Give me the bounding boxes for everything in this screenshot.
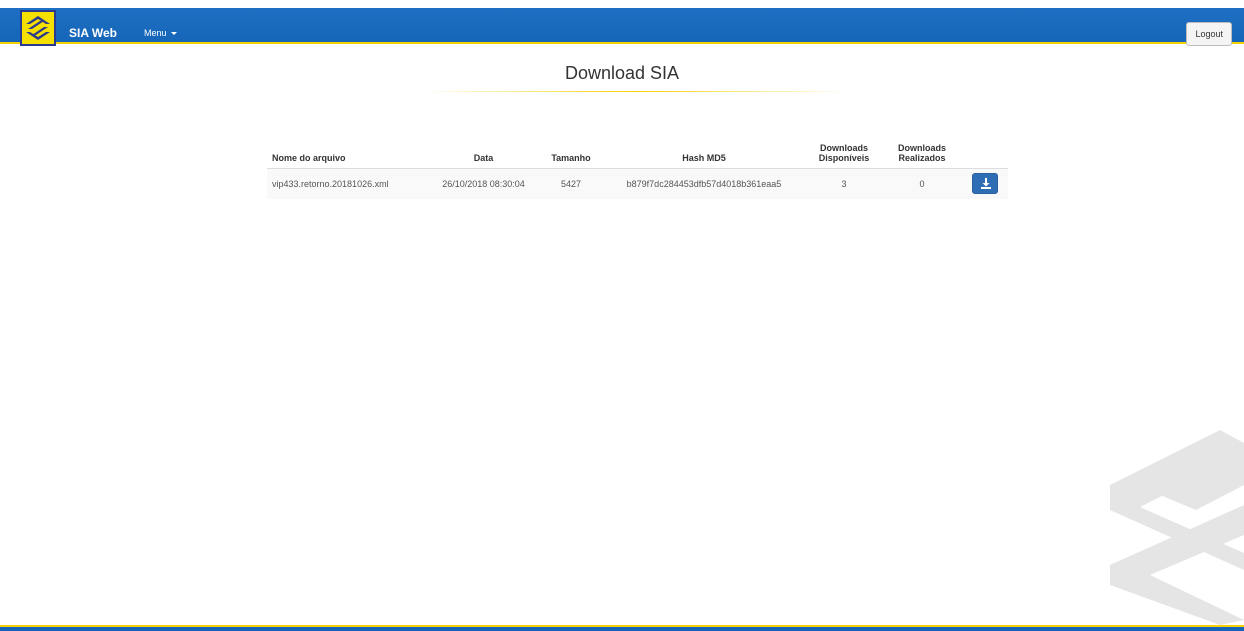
col-realizados-line1: Downloads: [897, 142, 946, 153]
col-realizados-header: Downloads Realizados: [882, 134, 962, 169]
table-header-row: Nome do arquivo Data Tamanho Hash MD5 Do…: [267, 134, 1008, 169]
col-disponiveis-header: Downloads Disponíveis: [806, 134, 882, 169]
col-action-header: [962, 134, 1008, 169]
download-icon: [981, 178, 991, 190]
col-data-header: Data: [427, 134, 540, 169]
col-tamanho-header: Tamanho: [540, 134, 602, 169]
col-disponiveis-line2: Disponíveis: [818, 152, 870, 163]
cell-data: 26/10/2018 08:30:04: [427, 168, 540, 199]
cell-tamanho: 5427: [540, 168, 602, 199]
col-realizados-line2: Realizados: [898, 152, 946, 163]
top-navbar: SIA Web Menu Logout: [0, 8, 1244, 46]
cell-hash: b879f7dc284453dfb57d4018b361eaa5: [602, 168, 806, 199]
cell-realizados: 0: [882, 168, 962, 199]
bank-logo[interactable]: [20, 10, 56, 46]
logo-mark-icon: [26, 16, 50, 40]
cell-disponiveis: 3: [806, 168, 882, 199]
col-nome-header: Nome do arquivo: [267, 134, 427, 169]
logo-watermark-icon: [1110, 430, 1244, 625]
download-button[interactable]: [972, 173, 998, 195]
col-hash-header: Hash MD5: [602, 134, 806, 169]
files-table: Nome do arquivo Data Tamanho Hash MD5 Do…: [267, 134, 1008, 199]
cell-nome: vip433.retorno.20181026.xml: [267, 168, 427, 199]
logout-button[interactable]: Logout: [1186, 22, 1232, 46]
brand-name[interactable]: SIA Web: [69, 26, 117, 40]
col-disponiveis-line1: Downloads: [819, 142, 868, 153]
menu-label: Menu: [144, 28, 167, 38]
footer-bar: [0, 625, 1244, 631]
title-divider: [420, 91, 850, 92]
menu-dropdown[interactable]: Menu: [144, 28, 177, 38]
table-row: vip433.retorno.20181026.xml 26/10/2018 0…: [267, 168, 1008, 199]
cell-action: [962, 168, 1008, 199]
page-title: Download SIA: [564, 63, 680, 83]
caret-down-icon: [170, 32, 177, 36]
